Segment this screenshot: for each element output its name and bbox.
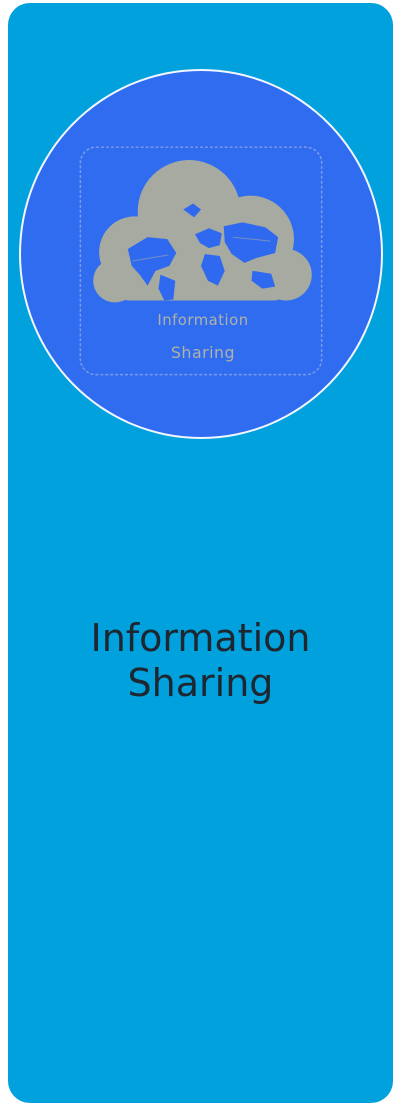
avatar: Information Sharing bbox=[19, 69, 383, 439]
information-sharing-card[interactable]: Information Sharing Information Sharing bbox=[8, 3, 393, 1103]
cloud-world-map-icon: Information Sharing bbox=[79, 146, 323, 376]
card-title: Information Sharing bbox=[90, 616, 311, 705]
svg-text:Information: Information bbox=[157, 312, 248, 329]
svg-text:Sharing: Sharing bbox=[171, 343, 235, 362]
